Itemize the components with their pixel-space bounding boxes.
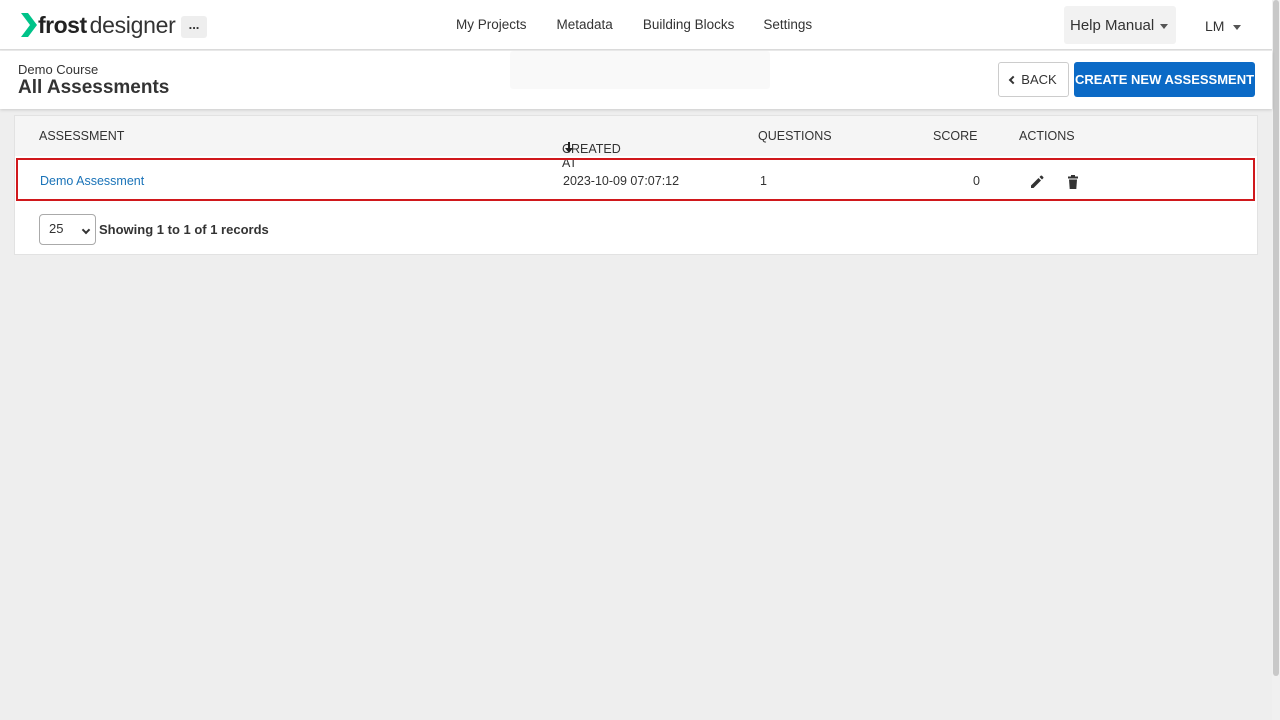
- page-size-value: 25: [49, 221, 64, 236]
- chevron-left-icon: [1009, 75, 1018, 85]
- logo-chevron-icon: [21, 13, 37, 37]
- caret-down-icon: [1160, 23, 1169, 29]
- create-new-assessment-button[interactable]: CREATE NEW ASSESSMENT: [1074, 62, 1255, 97]
- nav-my-projects[interactable]: My Projects: [456, 17, 527, 32]
- logo-text-bold: frost: [38, 11, 87, 38]
- logo-text-light: designer: [89, 11, 176, 38]
- course-name: Demo Course: [18, 62, 99, 77]
- caret-down-icon: [1233, 24, 1242, 30]
- assessment-name-link[interactable]: Demo Assessment: [40, 174, 144, 188]
- chevron-down-icon: [81, 225, 91, 235]
- assessments-table-card: ASSESSMENT CREATED AT QUESTIONS SCORE AC…: [14, 115, 1258, 255]
- main-nav: My Projects Metadata Building Blocks Set…: [456, 17, 812, 32]
- delete-trash-icon[interactable]: [1065, 174, 1081, 190]
- back-label: BACK: [1021, 72, 1057, 87]
- top-navbar: frost designer ... My Projects Metadata …: [0, 0, 1272, 50]
- back-button[interactable]: BACK: [998, 62, 1069, 97]
- created-at-value: 2023-10-09 07:07:12: [563, 174, 680, 188]
- scrollbar-thumb[interactable]: [1273, 0, 1279, 676]
- nav-building-blocks[interactable]: Building Blocks: [643, 17, 735, 32]
- pagination-bar: 25 Showing 1 to 1 of 1 records: [39, 214, 269, 245]
- column-assessment[interactable]: ASSESSMENT: [39, 129, 124, 143]
- column-questions[interactable]: QUESTIONS: [758, 129, 832, 143]
- column-actions: ACTIONS: [1019, 129, 1075, 143]
- page-scrollbar[interactable]: [1272, 0, 1280, 720]
- table-row: Demo Assessment 2023-10-09 07:07:12 1 0: [16, 158, 1255, 201]
- questions-value: 1: [760, 174, 767, 188]
- sort-descending-icon: [565, 142, 573, 153]
- user-initials: LM: [1205, 18, 1225, 34]
- score-value: 0: [973, 174, 980, 188]
- page-title: All Assessments: [18, 77, 170, 98]
- nav-settings[interactable]: Settings: [763, 17, 812, 32]
- more-menu-button[interactable]: ...: [181, 16, 207, 38]
- frost-designer-logo[interactable]: frost designer: [21, 11, 176, 38]
- column-score[interactable]: SCORE: [933, 129, 977, 143]
- user-menu[interactable]: LM: [1205, 18, 1242, 34]
- edit-pencil-icon[interactable]: [1029, 174, 1045, 190]
- page-header: Demo Course All Assessments BACK CREATE …: [0, 51, 1272, 109]
- faded-overlay: [510, 51, 770, 89]
- records-count: Showing 1 to 1 of 1 records: [99, 222, 269, 237]
- nav-metadata[interactable]: Metadata: [557, 17, 613, 32]
- page-size-select[interactable]: 25: [39, 214, 96, 245]
- help-manual-dropdown[interactable]: Help Manual: [1064, 6, 1176, 44]
- help-manual-label: Help Manual: [1070, 17, 1155, 34]
- table-header: ASSESSMENT CREATED AT QUESTIONS SCORE AC…: [15, 116, 1257, 170]
